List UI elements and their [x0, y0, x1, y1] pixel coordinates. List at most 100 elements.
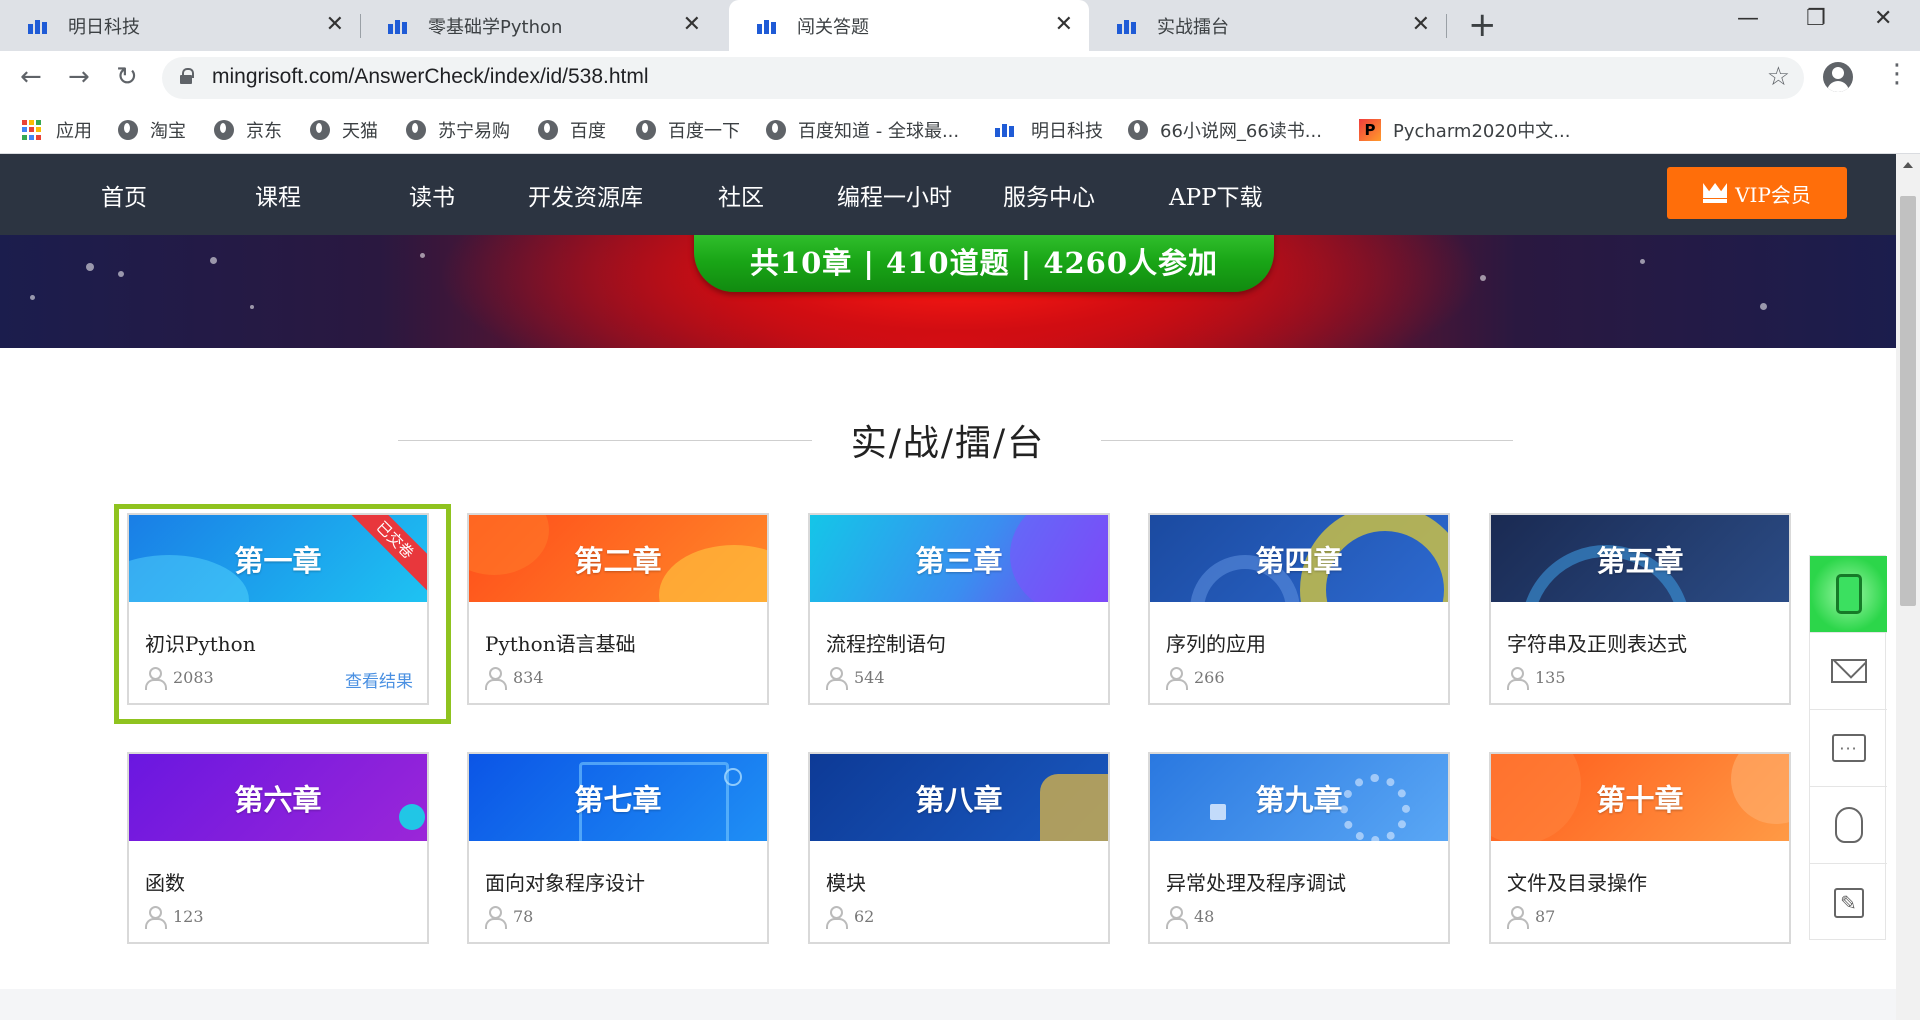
window-close-icon[interactable]: ✕ [1874, 6, 1892, 31]
chapter-card-10[interactable]: 第十章 文件及目录操作 87 [1489, 752, 1791, 944]
user-icon [826, 906, 848, 929]
chapter-title: 函数 [145, 871, 185, 895]
hero-banner: 共10章 | 410道题 | 4260人参加 [0, 235, 1896, 348]
mobile-app-button[interactable] [1810, 556, 1887, 633]
banner-sparkle [1760, 303, 1767, 310]
bookmark-baidu-zhidao[interactable]: 百度知道 - 全球最... [766, 117, 959, 143]
chapter-card-2[interactable]: 第二章 Python语言基础 834 [467, 513, 769, 705]
more-menu-icon[interactable]: ⋮ [1884, 59, 1910, 89]
chapter-label: 第八章 [915, 782, 1003, 817]
globe-icon [310, 120, 330, 140]
reload-icon[interactable]: ↻ [116, 61, 138, 93]
bookmark-baidu-search[interactable]: 百度一下 [636, 117, 740, 143]
thumb-decoration [1040, 774, 1108, 841]
browser-tab-2[interactable]: 零基础学Python ✕ [360, 0, 717, 51]
restore-icon[interactable]: ❐ [1806, 6, 1826, 31]
browser-tab-1[interactable]: 明日科技 ✕ [0, 0, 360, 51]
section-title: 实/战/擂/台 [850, 423, 1046, 464]
close-icon[interactable]: ✕ [326, 13, 344, 37]
nav-home[interactable]: 首页 [101, 178, 147, 212]
floating-toolbar: ··· ✎ [1809, 555, 1887, 941]
chapter-thumbnail: 第六章 [129, 754, 427, 841]
browser-toolbar: ← → ↻ mingrisoft.com/AnswerCheck/index/i… [0, 51, 1920, 106]
globe-icon [1128, 120, 1148, 140]
vip-member-button[interactable]: VIP会员 [1667, 167, 1847, 219]
chapter-title: 异常处理及程序调试 [1166, 871, 1346, 895]
chapter-card-5[interactable]: 第五章 字符串及正则表达式 135 [1489, 513, 1791, 705]
bookmark-star-icon[interactable]: ☆ [1767, 62, 1790, 92]
bookmark-apps[interactable]: 应用 [22, 117, 92, 143]
chapter-card-8[interactable]: 第八章 模块 62 [808, 752, 1110, 944]
chapter-card-3[interactable]: 第三章 流程控制语句 544 [808, 513, 1110, 705]
thumb-decoration [1731, 754, 1789, 824]
email-button[interactable] [1810, 633, 1887, 710]
phone-icon [1835, 574, 1862, 614]
browser-tab-3[interactable]: 闯关答题 ✕ [729, 0, 1089, 51]
thumb-decoration [1010, 515, 1108, 602]
nav-coding-hour[interactable]: 编程一小时 [837, 178, 952, 212]
bookmark-mingri[interactable]: 明日科技 [995, 117, 1103, 143]
bookmark-taobao[interactable]: 淘宝 [118, 117, 186, 143]
back-arrow-icon[interactable]: ← [20, 61, 42, 93]
close-icon[interactable]: ✕ [683, 13, 701, 37]
banner-sparkle [250, 305, 254, 309]
thumb-decoration [659, 545, 767, 602]
globe-icon [766, 120, 786, 140]
close-icon[interactable]: ✕ [1412, 13, 1430, 37]
chapter-label: 第五章 [1596, 543, 1684, 578]
bookmark-suning[interactable]: 苏宁易购 [406, 117, 510, 143]
thumb-decoration [724, 768, 742, 786]
nav-app-download[interactable]: APP下载 [1169, 178, 1263, 212]
address-bar[interactable]: mingrisoft.com/AnswerCheck/index/id/538.… [162, 57, 1804, 99]
bookmarks-bar: 应用 淘宝 京东 天猫 苏宁易购 百度 百度一下 百度知道 - 全球最... 明… [0, 106, 1920, 154]
nav-courses[interactable]: 课程 [255, 178, 301, 212]
page-scrollbar[interactable] [1896, 154, 1920, 1020]
thumb-decoration [1491, 754, 1581, 841]
participant-count: 87 [1507, 906, 1556, 929]
qq-button[interactable] [1810, 787, 1887, 864]
user-icon [145, 906, 167, 929]
edit-icon: ✎ [1833, 887, 1864, 918]
chapter-card-4[interactable]: 第四章 序列的应用 266 [1148, 513, 1450, 705]
close-icon[interactable]: ✕ [1055, 13, 1073, 37]
count-value: 48 [1194, 906, 1215, 926]
lock-icon[interactable] [180, 68, 194, 84]
chapter-title: 字符串及正则表达式 [1507, 632, 1687, 656]
nav-reading[interactable]: 读书 [409, 178, 455, 212]
forward-arrow-icon[interactable]: → [68, 61, 90, 93]
participant-count: 135 [1507, 667, 1566, 690]
count-value: 87 [1535, 906, 1556, 926]
site-nav-bar: 首页 课程 读书 开发资源库 社区 编程一小时 服务中心 APP下载 VIP会员 [0, 154, 1896, 235]
mingri-favicon-icon [757, 18, 783, 34]
count-value: 266 [1194, 667, 1225, 687]
chapter-label: 第七章 [574, 782, 662, 817]
bookmark-label: 应用 [56, 121, 92, 142]
chapter-label: 第二章 [574, 543, 662, 578]
browser-tab-4[interactable]: 实战擂台 ✕ [1089, 0, 1446, 51]
feedback-button[interactable]: ✎ [1810, 864, 1887, 941]
participant-count: 78 [485, 906, 533, 929]
count-value: 123 [173, 906, 204, 926]
vip-label: VIP会员 [1735, 182, 1811, 207]
profile-avatar-icon[interactable] [1823, 62, 1853, 92]
chapter-card-6[interactable]: 第六章 函数 123 [127, 752, 429, 944]
scrollbar-thumb[interactable] [1900, 196, 1916, 606]
bookmark-baidu[interactable]: 百度 [538, 117, 606, 143]
nav-dev-resources[interactable]: 开发资源库 [528, 178, 643, 212]
nav-service-center[interactable]: 服务中心 [1003, 178, 1095, 212]
globe-icon [118, 120, 138, 140]
thumb-decoration [469, 515, 549, 575]
scroll-up-icon[interactable] [1903, 162, 1913, 168]
nav-community[interactable]: 社区 [718, 178, 764, 212]
message-button[interactable]: ··· [1810, 710, 1887, 787]
bookmark-66novel[interactable]: 66小说网_66读书... [1128, 117, 1322, 143]
chapter-card-9[interactable]: 第九章 异常处理及程序调试 48 [1148, 752, 1450, 944]
bookmark-tmall[interactable]: 天猫 [310, 117, 378, 143]
chapter-card-7[interactable]: 第七章 面向对象程序设计 78 [467, 752, 769, 944]
minimize-icon[interactable]: — [1737, 6, 1759, 31]
new-tab-button[interactable]: + [1468, 8, 1497, 42]
page-viewport: 首页 课程 读书 开发资源库 社区 编程一小时 服务中心 APP下载 VIP会员… [0, 154, 1896, 1020]
bookmark-pycharm[interactable]: P Pycharm2020中文... [1359, 117, 1570, 143]
url-text[interactable]: mingrisoft.com/AnswerCheck/index/id/538.… [212, 65, 649, 89]
bookmark-jd[interactable]: 京东 [214, 117, 282, 143]
